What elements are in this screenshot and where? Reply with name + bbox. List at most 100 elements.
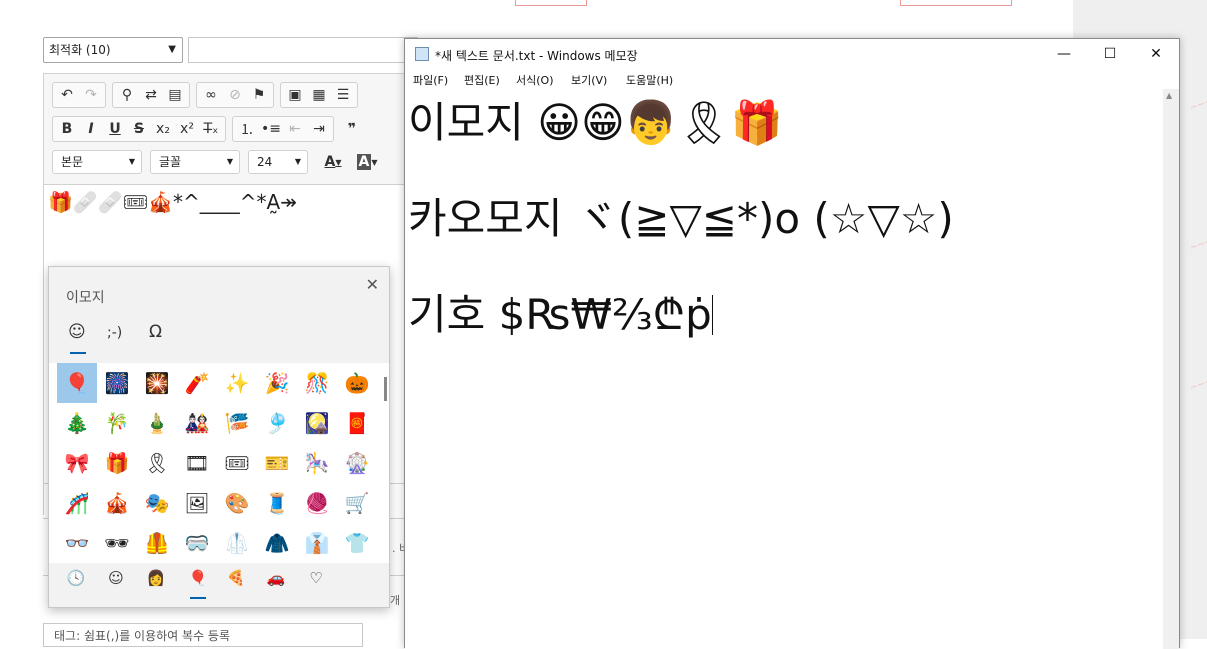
font-family-select[interactable]: 글꼴 ▼ — [150, 150, 240, 174]
people-icon[interactable]: 👩 — [141, 569, 171, 587]
tab-symbols[interactable]: Ω — [149, 322, 162, 342]
source-icon[interactable]: ▤ — [163, 84, 187, 106]
emoji-cell[interactable]: 👓 — [57, 523, 97, 563]
emoji-cell[interactable]: 🎇 — [137, 363, 177, 403]
emoji-cell[interactable]: 🦺 — [137, 523, 177, 563]
emoji-cell[interactable]: 🎪 — [97, 483, 137, 523]
menu-help[interactable]: 도움말(H) — [626, 72, 673, 88]
redo-icon[interactable]: ↷ — [79, 84, 103, 106]
food-icon[interactable]: 🍕 — [221, 569, 251, 587]
emoji-cell[interactable]: 🎑 — [297, 403, 337, 443]
underline-icon[interactable]: U — [103, 118, 127, 140]
emoji-cell[interactable]: 🧧 — [337, 403, 377, 443]
undo-icon[interactable]: ↶ — [55, 84, 79, 106]
menu-view[interactable]: 보기(V) — [571, 72, 607, 88]
post-title-input[interactable] — [188, 37, 418, 63]
emoji-cell[interactable]: 🎆 — [97, 363, 137, 403]
bg-color-button[interactable]: A ▼ — [350, 151, 384, 173]
heart-icon[interactable]: ♡ — [301, 569, 331, 587]
menu-format[interactable]: 서식(O) — [516, 72, 553, 88]
emoji-cell[interactable]: 🎁 — [97, 443, 137, 483]
emoji-cell[interactable]: 🧶 — [297, 483, 337, 523]
emoji-panel: 이모지 ✕ ☺ ;-) Ω 🎈 🎆 🎇 🧨 ✨ 🎉 🎊 🎃 🎄 🎋 🎍 🎎 🎏 🎐 🎑 🧧 🎀 🎁 🎗 🎞 🎟 🎫 🎠 🎡 🎢 🎪… — [48, 266, 390, 608]
menu-file[interactable]: 파일(F) — [413, 72, 448, 88]
emoji-cell[interactable]: 🎃 — [337, 363, 377, 403]
emoji-cell[interactable]: 🎈 — [57, 363, 97, 403]
unlink-icon[interactable]: ⊘ — [223, 84, 247, 106]
font-color-button[interactable]: A ▼ — [316, 151, 350, 173]
clear-format-icon[interactable]: T̶ₓ — [199, 118, 223, 140]
horizontal-line-icon[interactable]: ☰ — [331, 84, 355, 106]
toolbar-row-3: 본문 ▼ 글꼴 ▼ 24 ▼ A ▼ A ▼ — [52, 149, 384, 175]
emoji-cell[interactable]: 🎋 — [97, 403, 137, 443]
emoji-cell[interactable]: 🎫 — [257, 443, 297, 483]
emoji-cell[interactable]: 🥼 — [217, 523, 257, 563]
tab-emoji[interactable]: ☺ — [68, 322, 86, 342]
emoji-cell[interactable]: 🕶 — [97, 523, 137, 563]
smiley-icon[interactable]: ☺ — [101, 569, 131, 587]
subscript-icon[interactable]: x₂ — [151, 118, 175, 140]
emoji-cell[interactable]: 🛒 — [337, 483, 377, 523]
emoji-cell[interactable]: 🎞 — [177, 443, 217, 483]
notepad-text-area[interactable]: 이모지 😀😁👦🎗🎁 카오모지 ヾ(≧▽≦*)o (☆▽☆) 기호 $₨₩⅔₾ṗ — [405, 89, 1163, 649]
search-icon[interactable]: ⚲ — [115, 84, 139, 106]
emoji-cell[interactable]: 🎎 — [177, 403, 217, 443]
tab-kaomoji[interactable]: ;-) — [107, 325, 122, 341]
emoji-scrollbar[interactable] — [384, 377, 387, 401]
emoji-cell[interactable]: 🎡 — [337, 443, 377, 483]
vertical-scrollbar[interactable]: ▲ — [1163, 89, 1179, 649]
menu-edit[interactable]: 편집(E) — [464, 72, 500, 88]
emoji-cell[interactable]: 🎊 — [297, 363, 337, 403]
bulleted-list-icon[interactable]: •≡ — [259, 118, 283, 140]
close-icon[interactable]: ✕ — [1133, 39, 1179, 69]
close-icon[interactable]: ✕ — [366, 275, 379, 294]
indent-icon[interactable]: ⇥ — [307, 118, 331, 140]
flag-icon[interactable]: ⚑ — [247, 84, 271, 106]
emoji-cell[interactable]: 🥽 — [177, 523, 217, 563]
category-select[interactable]: 최적화 (10) ▼ — [43, 37, 183, 63]
text-cursor — [711, 295, 713, 335]
emoji-cell[interactable]: 🎨 — [217, 483, 257, 523]
numbered-list-icon[interactable]: ⒈ — [235, 118, 259, 140]
outdent-icon[interactable]: ⇤ — [283, 118, 307, 140]
strikethrough-icon[interactable]: S — [127, 118, 151, 140]
recent-icon[interactable]: 🕓 — [61, 569, 91, 587]
maximize-icon[interactable]: ☐ — [1087, 39, 1133, 69]
emoji-cell[interactable]: 🎟 — [217, 443, 257, 483]
scroll-up-icon[interactable]: ▲ — [1166, 91, 1172, 100]
emoji-cell[interactable]: 🎠 — [297, 443, 337, 483]
car-icon[interactable]: 🚗 — [261, 569, 291, 587]
blockquote-icon[interactable]: ❞ — [340, 118, 364, 140]
emoji-cell[interactable]: 🎉 — [257, 363, 297, 403]
emoji-cell[interactable]: 🎏 — [217, 403, 257, 443]
replace-icon[interactable]: ⇄ — [139, 84, 163, 106]
emoji-cell[interactable]: 🎐 — [257, 403, 297, 443]
notepad-titlebar[interactable]: *새 텍스트 문서.txt - Windows 메모장 — ☐ ✕ — [405, 39, 1179, 69]
tag-input[interactable]: 태그: 쉼표(,)를 이용하여 복수 등록 — [43, 623, 363, 647]
emoji-cell[interactable]: 🧨 — [177, 363, 217, 403]
undo-redo-group: ↶ ↷ — [52, 82, 106, 108]
emoji-cell[interactable]: 🎀 — [57, 443, 97, 483]
font-size-select[interactable]: 24 ▼ — [248, 150, 308, 174]
emoji-cell[interactable]: 🎄 — [57, 403, 97, 443]
link-icon[interactable]: ∞ — [199, 84, 223, 106]
emoji-cell[interactable]: 👔 — [297, 523, 337, 563]
table-icon[interactable]: ▦ — [307, 84, 331, 106]
minimize-icon[interactable]: — — [1041, 39, 1087, 69]
celebration-icon[interactable]: 🎈 — [183, 569, 213, 587]
paragraph-style-select[interactable]: 본문 ▼ — [52, 150, 142, 174]
italic-icon[interactable]: I — [79, 118, 103, 140]
emoji-cell[interactable]: 🧵 — [257, 483, 297, 523]
superscript-icon[interactable]: x² — [175, 118, 199, 140]
emoji-cell[interactable]: ✨ — [217, 363, 257, 403]
emoji-cell[interactable]: 🎍 — [137, 403, 177, 443]
bold-icon[interactable]: B — [55, 118, 79, 140]
emoji-cell[interactable]: 🧥 — [257, 523, 297, 563]
image-icon[interactable]: ▣ — [283, 84, 307, 106]
emoji-cell[interactable]: 🎗 — [137, 443, 177, 483]
emoji-cell[interactable]: 👕 — [337, 523, 377, 563]
text-line-emoji: 이모지 😀😁👦🎗🎁 — [408, 89, 783, 150]
emoji-cell[interactable]: 🖼 — [177, 483, 217, 523]
emoji-cell[interactable]: 🎢 — [57, 483, 97, 523]
emoji-cell[interactable]: 🎭 — [137, 483, 177, 523]
